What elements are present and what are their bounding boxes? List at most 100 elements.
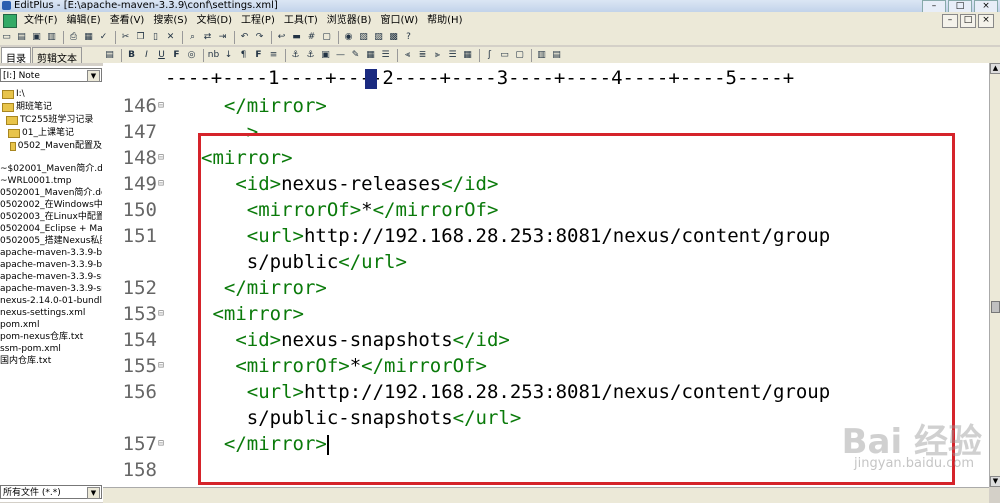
fold-marker-icon[interactable]: ⊟ [158, 145, 164, 171]
tree-node[interactable]: TC255班学习记录 [0, 114, 102, 127]
chevron-down-icon[interactable]: ▼ [87, 70, 100, 82]
menu-search[interactable]: 搜索(S) [150, 12, 190, 29]
file-item[interactable]: apache-maven-3.3.9-src [0, 271, 102, 283]
file-item[interactable]: 国内仓库.txt [0, 355, 102, 367]
bold-button[interactable]: B [125, 49, 138, 62]
link-icon[interactable]: ⚓ [289, 49, 302, 62]
tab-directory[interactable]: 目录 [1, 47, 31, 65]
output-icon[interactable]: ▩ [387, 31, 400, 44]
file-item[interactable]: apache-maven-3.3.9-bi [0, 259, 102, 271]
file-filter-select[interactable]: 所有文件 (*.*) ▼ [0, 485, 102, 499]
file-item[interactable]: 0502005_搭建Nexus私服 [0, 235, 102, 247]
file-item[interactable]: 0502001_Maven简介.do [0, 187, 102, 199]
find-next-icon[interactable]: ⇥ [216, 31, 229, 44]
scroll-up-icon[interactable]: ▲ [990, 63, 1000, 74]
menu-tools[interactable]: 工具(T) [281, 12, 321, 29]
mdi-close-button[interactable]: × [978, 13, 994, 28]
align-right-icon[interactable]: ⫸ [431, 49, 444, 62]
scroll-down-icon[interactable]: ▼ [990, 476, 1000, 487]
fullscreen-icon[interactable]: ▢ [320, 31, 333, 44]
list-icon[interactable]: ☰ [379, 49, 392, 62]
print-icon[interactable]: ⎙ [67, 31, 80, 44]
file-item[interactable]: 0502002_在Windows中配 [0, 199, 102, 211]
tree-node[interactable]: I:\ [0, 88, 102, 101]
menu-project[interactable]: 工程(P) [238, 12, 278, 29]
fold-marker-icon[interactable]: ⊟ [158, 171, 164, 197]
underline-button[interactable]: U [155, 49, 168, 62]
drive-select[interactable]: [I:] Note ▼ [0, 68, 102, 82]
align-left-icon[interactable]: ⫷ [401, 49, 414, 62]
find-icon[interactable]: ⌕ [186, 31, 199, 44]
file-item[interactable]: nexus-settings.xml [0, 307, 102, 319]
menu-browser[interactable]: 浏览器(B) [324, 12, 375, 29]
file-item[interactable]: apache-maven-3.3.9-src [0, 283, 102, 295]
fold-marker-icon[interactable]: ⊟ [158, 301, 164, 327]
browser-icon[interactable]: ◉ [342, 31, 355, 44]
mdi-restore-button[interactable]: □ [960, 13, 976, 28]
chevron-down-icon[interactable]: ▼ [87, 487, 100, 499]
ruler-icon[interactable]: ▬ [290, 31, 303, 44]
file-item[interactable]: ~$02001_Maven简介.do [0, 163, 102, 175]
vertical-scrollbar[interactable]: ▲ ▼ [989, 63, 1000, 487]
open-icon[interactable]: ▤ [15, 31, 28, 44]
save-all-icon[interactable]: ▥ [45, 31, 58, 44]
paste-icon[interactable]: ▯ [149, 31, 162, 44]
print-preview-icon[interactable]: ▦ [82, 31, 95, 44]
font-button[interactable]: F [170, 49, 183, 62]
tab-cliptext[interactable]: 剪辑文本 [32, 47, 82, 65]
paragraph-button[interactable]: ¶ [237, 49, 250, 62]
justify-icon[interactable]: ☰ [446, 49, 459, 62]
hr-icon[interactable]: — [334, 49, 347, 62]
image-icon[interactable]: ▣ [319, 49, 332, 62]
help-icon[interactable]: ? [402, 31, 415, 44]
file-item[interactable]: 0502003_在Linux中配置M [0, 211, 102, 223]
file-item[interactable]: ~WRL0001.tmp [0, 175, 102, 187]
menu-view[interactable]: 查看(V) [107, 12, 148, 29]
file-item[interactable]: ssm-pom.xml [0, 343, 102, 355]
redo-icon[interactable]: ↷ [253, 31, 266, 44]
color-icon[interactable]: ◎ [185, 49, 198, 62]
arrow-down-icon[interactable]: ↓ [222, 49, 235, 62]
tree-node[interactable]: 01_上课笔记 [0, 127, 102, 140]
directory-icon[interactable]: ▧ [357, 31, 370, 44]
horizontal-scrollbar[interactable] [103, 487, 989, 503]
fold-marker-icon[interactable]: ⊟ [158, 353, 164, 379]
indent-icon[interactable]: ≡ [267, 49, 280, 62]
menu-help[interactable]: 帮助(H) [424, 12, 465, 29]
tree-node[interactable]: 期班笔记 [0, 101, 102, 114]
tree-node[interactable]: 0502_Maven配置及 [0, 140, 102, 153]
comment-icon[interactable]: ✎ [349, 49, 362, 62]
preview-icon[interactable]: ▢ [513, 49, 526, 62]
code-line[interactable]: 146 ⊟ </mirror> [103, 93, 989, 119]
table-icon[interactable]: ▦ [364, 49, 377, 62]
file-item[interactable]: pom-nexus仓库.txt [0, 331, 102, 343]
misc-icon[interactable]: ▥ [535, 49, 548, 62]
mdi-minimize-button[interactable]: – [942, 13, 958, 28]
format-icon[interactable]: ▤ [103, 49, 116, 62]
form-icon[interactable]: ▭ [498, 49, 511, 62]
new-file-icon[interactable]: ▭ [0, 31, 13, 44]
table-insert-icon[interactable]: ▦ [461, 49, 474, 62]
line-number-icon[interactable]: # [305, 31, 318, 44]
script-icon[interactable]: ʃ [483, 49, 496, 62]
replace-icon[interactable]: ⇄ [201, 31, 214, 44]
menu-window[interactable]: 窗口(W) [377, 12, 421, 29]
cut-icon[interactable]: ✂ [119, 31, 132, 44]
menu-edit[interactable]: 编辑(E) [64, 12, 104, 29]
align-center-icon[interactable]: ≣ [416, 49, 429, 62]
font-tag-button[interactable]: F [252, 49, 265, 62]
file-item[interactable]: apache-maven-3.3.9-bi [0, 247, 102, 259]
delete-icon[interactable]: ✕ [164, 31, 177, 44]
fold-marker-icon[interactable]: ⊟ [158, 93, 164, 119]
nbsp-button[interactable]: nb [207, 49, 220, 62]
undo-icon[interactable]: ↶ [238, 31, 251, 44]
file-item[interactable]: pom.xml [0, 319, 102, 331]
view-icon[interactable]: ▤ [550, 49, 563, 62]
fold-marker-icon[interactable]: ⊟ [158, 431, 164, 457]
spell-check-icon[interactable]: ✓ [97, 31, 110, 44]
copy-icon[interactable]: ❐ [134, 31, 147, 44]
word-wrap-icon[interactable]: ↩ [275, 31, 288, 44]
save-icon[interactable]: ▣ [30, 31, 43, 44]
italic-button[interactable]: I [140, 49, 153, 62]
file-item[interactable]: nexus-2.14.0-01-bundle [0, 295, 102, 307]
